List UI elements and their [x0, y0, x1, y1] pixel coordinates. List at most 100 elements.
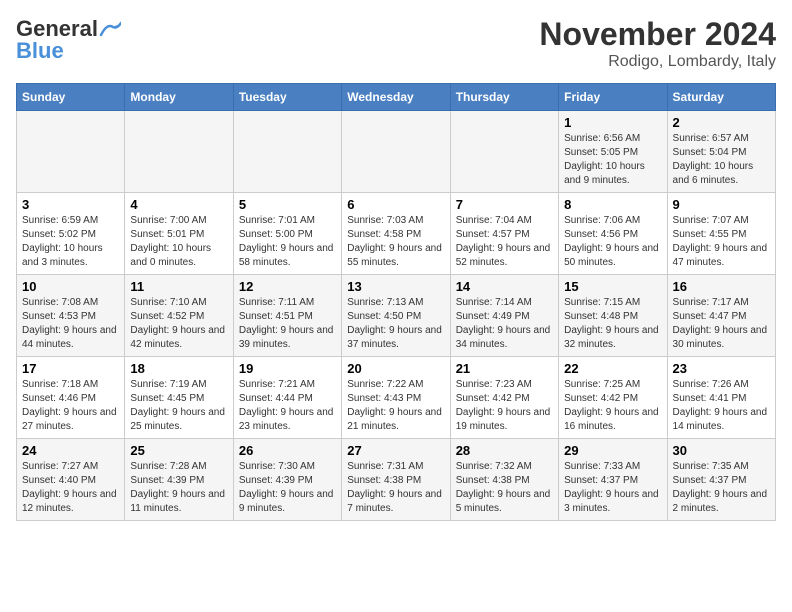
day-cell: 8 Sunrise: 7:06 AM Sunset: 4:56 PM Daylig… [559, 193, 667, 275]
day-info: Sunrise: 7:03 AM Sunset: 4:58 PM Dayligh… [347, 214, 444, 270]
day-number: 26 [239, 443, 336, 458]
day-cell: 20 Sunrise: 7:22 AM Sunset: 4:43 PM Dayli… [342, 357, 450, 439]
day-number: 18 [130, 361, 227, 376]
day-number: 8 [564, 197, 661, 212]
day-info: Sunrise: 7:00 AM Sunset: 5:01 PM Dayligh… [130, 214, 227, 270]
day-number: 23 [673, 361, 770, 376]
day-number: 20 [347, 361, 444, 376]
day-number: 13 [347, 279, 444, 294]
day-number: 21 [456, 361, 553, 376]
day-info: Sunrise: 7:18 AM Sunset: 4:46 PM Dayligh… [22, 378, 119, 434]
day-info: Sunrise: 7:17 AM Sunset: 4:47 PM Dayligh… [673, 296, 770, 352]
day-cell: 7 Sunrise: 7:04 AM Sunset: 4:57 PM Daylig… [450, 193, 558, 275]
day-cell: 9 Sunrise: 7:07 AM Sunset: 4:55 PM Daylig… [667, 193, 775, 275]
day-cell: 13Sunrise: 7:13 AM Sunset: 4:50 PM Dayli… [342, 275, 450, 357]
day-cell: 25Sunrise: 7:28 AM Sunset: 4:39 PM Dayli… [125, 439, 233, 521]
week-row-1: 1Sunrise: 6:56 AM Sunset: 5:05 PM Daylig… [17, 111, 776, 193]
day-cell [125, 111, 233, 193]
day-cell: 3 Sunrise: 6:59 AM Sunset: 5:02 PM Daylig… [17, 193, 125, 275]
day-info: Sunrise: 6:57 AM Sunset: 5:04 PM Dayligh… [673, 132, 770, 188]
day-cell: 27 Sunrise: 7:31 AM Sunset: 4:38 PM Dayli… [342, 439, 450, 521]
day-number: 30 [673, 443, 770, 458]
day-number: 3 [22, 197, 119, 212]
day-number: 15 [564, 279, 661, 294]
day-info: Sunrise: 7:21 AM Sunset: 4:44 PM Dayligh… [239, 378, 336, 434]
day-cell [17, 111, 125, 193]
day-cell: 17 Sunrise: 7:18 AM Sunset: 4:46 PM Dayli… [17, 357, 125, 439]
header-sunday: Sunday [17, 84, 125, 111]
header-thursday: Thursday [450, 84, 558, 111]
day-info: Sunrise: 7:11 AM Sunset: 4:51 PM Dayligh… [239, 296, 336, 352]
page-header: General Blue November 2024 Rodigo, Lomba… [16, 16, 776, 71]
day-cell: 6 Sunrise: 7:03 AM Sunset: 4:58 PM Daylig… [342, 193, 450, 275]
week-row-3: 10Sunrise: 7:08 AM Sunset: 4:53 PM Dayli… [17, 275, 776, 357]
day-cell: 11 Sunrise: 7:10 AM Sunset: 4:52 PM Dayli… [125, 275, 233, 357]
logo: General Blue [16, 16, 122, 64]
day-number: 29 [564, 443, 661, 458]
day-number: 24 [22, 443, 119, 458]
week-row-5: 24Sunrise: 7:27 AM Sunset: 4:40 PM Dayli… [17, 439, 776, 521]
day-cell: 30 Sunrise: 7:35 AM Sunset: 4:37 PM Dayli… [667, 439, 775, 521]
header-monday: Monday [125, 84, 233, 111]
week-row-2: 3 Sunrise: 6:59 AM Sunset: 5:02 PM Daylig… [17, 193, 776, 275]
day-info: Sunrise: 7:08 AM Sunset: 4:53 PM Dayligh… [22, 296, 119, 352]
logo-bird-icon [99, 21, 121, 37]
day-cell: 26 Sunrise: 7:30 AM Sunset: 4:39 PM Dayli… [233, 439, 341, 521]
day-cell: 22 Sunrise: 7:25 AM Sunset: 4:42 PM Dayli… [559, 357, 667, 439]
day-info: Sunrise: 7:19 AM Sunset: 4:45 PM Dayligh… [130, 378, 227, 434]
day-cell: 12Sunrise: 7:11 AM Sunset: 4:51 PM Dayli… [233, 275, 341, 357]
day-cell: 16 Sunrise: 7:17 AM Sunset: 4:47 PM Dayli… [667, 275, 775, 357]
title-block: November 2024 Rodigo, Lombardy, Italy [539, 16, 776, 71]
day-info: Sunrise: 7:23 AM Sunset: 4:42 PM Dayligh… [456, 378, 553, 434]
day-info: Sunrise: 7:07 AM Sunset: 4:55 PM Dayligh… [673, 214, 770, 270]
day-number: 16 [673, 279, 770, 294]
day-info: Sunrise: 7:22 AM Sunset: 4:43 PM Dayligh… [347, 378, 444, 434]
location: Rodigo, Lombardy, Italy [539, 53, 776, 71]
day-info: Sunrise: 7:28 AM Sunset: 4:39 PM Dayligh… [130, 460, 227, 516]
header-saturday: Saturday [667, 84, 775, 111]
header-friday: Friday [559, 84, 667, 111]
day-info: Sunrise: 7:04 AM Sunset: 4:57 PM Dayligh… [456, 214, 553, 270]
day-info: Sunrise: 7:10 AM Sunset: 4:52 PM Dayligh… [130, 296, 227, 352]
day-number: 1 [564, 115, 661, 130]
logo-blue: Blue [16, 38, 64, 64]
day-info: Sunrise: 6:59 AM Sunset: 5:02 PM Dayligh… [22, 214, 119, 270]
day-number: 28 [456, 443, 553, 458]
day-cell: 23 Sunrise: 7:26 AM Sunset: 4:41 PM Dayli… [667, 357, 775, 439]
month-title: November 2024 [539, 16, 776, 53]
day-cell: 15 Sunrise: 7:15 AM Sunset: 4:48 PM Dayli… [559, 275, 667, 357]
day-info: Sunrise: 7:31 AM Sunset: 4:38 PM Dayligh… [347, 460, 444, 516]
day-number: 17 [22, 361, 119, 376]
day-info: Sunrise: 7:15 AM Sunset: 4:48 PM Dayligh… [564, 296, 661, 352]
day-info: Sunrise: 7:06 AM Sunset: 4:56 PM Dayligh… [564, 214, 661, 270]
day-info: Sunrise: 7:30 AM Sunset: 4:39 PM Dayligh… [239, 460, 336, 516]
day-cell [233, 111, 341, 193]
header-wednesday: Wednesday [342, 84, 450, 111]
day-cell: 24Sunrise: 7:27 AM Sunset: 4:40 PM Dayli… [17, 439, 125, 521]
day-number: 27 [347, 443, 444, 458]
day-number: 11 [130, 279, 227, 294]
day-cell: 4 Sunrise: 7:00 AM Sunset: 5:01 PM Daylig… [125, 193, 233, 275]
day-number: 7 [456, 197, 553, 212]
day-cell: 2Sunrise: 6:57 AM Sunset: 5:04 PM Daylig… [667, 111, 775, 193]
calendar-header-row: SundayMondayTuesdayWednesdayThursdayFrid… [17, 84, 776, 111]
day-number: 22 [564, 361, 661, 376]
day-cell: 19 Sunrise: 7:21 AM Sunset: 4:44 PM Dayli… [233, 357, 341, 439]
day-info: Sunrise: 7:25 AM Sunset: 4:42 PM Dayligh… [564, 378, 661, 434]
day-cell: 10Sunrise: 7:08 AM Sunset: 4:53 PM Dayli… [17, 275, 125, 357]
day-info: Sunrise: 7:26 AM Sunset: 4:41 PM Dayligh… [673, 378, 770, 434]
day-number: 6 [347, 197, 444, 212]
week-row-4: 17 Sunrise: 7:18 AM Sunset: 4:46 PM Dayli… [17, 357, 776, 439]
day-info: Sunrise: 7:35 AM Sunset: 4:37 PM Dayligh… [673, 460, 770, 516]
day-cell: 28Sunrise: 7:32 AM Sunset: 4:38 PM Dayli… [450, 439, 558, 521]
day-number: 4 [130, 197, 227, 212]
day-cell: 1Sunrise: 6:56 AM Sunset: 5:05 PM Daylig… [559, 111, 667, 193]
day-cell: 14Sunrise: 7:14 AM Sunset: 4:49 PM Dayli… [450, 275, 558, 357]
day-cell: 18 Sunrise: 7:19 AM Sunset: 4:45 PM Dayli… [125, 357, 233, 439]
day-info: Sunrise: 7:14 AM Sunset: 4:49 PM Dayligh… [456, 296, 553, 352]
day-info: Sunrise: 7:01 AM Sunset: 5:00 PM Dayligh… [239, 214, 336, 270]
day-cell: 21 Sunrise: 7:23 AM Sunset: 4:42 PM Dayli… [450, 357, 558, 439]
day-cell [342, 111, 450, 193]
day-number: 19 [239, 361, 336, 376]
day-number: 9 [673, 197, 770, 212]
